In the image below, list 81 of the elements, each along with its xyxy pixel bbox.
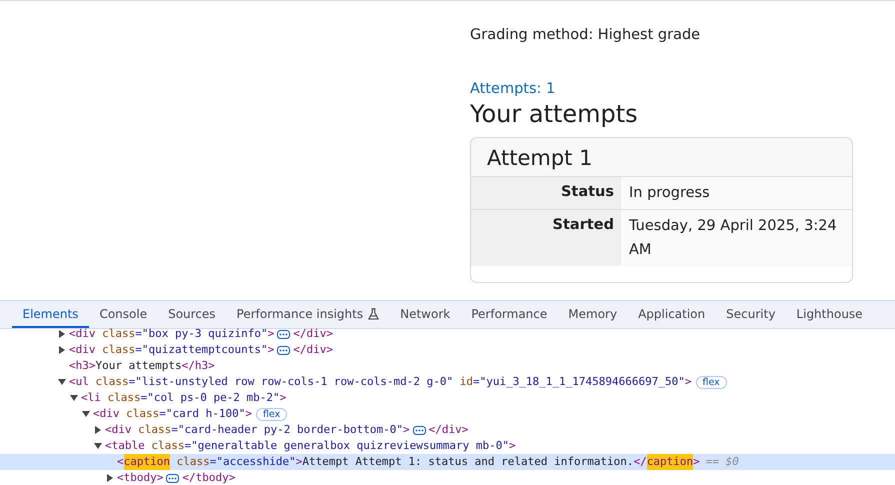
tag-markup: > [296, 454, 302, 470]
grading-method-text: Grading method: Highest grade [470, 27, 702, 45]
collapsed-triangle-icon[interactable] [106, 474, 114, 482]
expanded-triangle-icon[interactable] [94, 442, 102, 450]
text-content: Your attempts [96, 358, 182, 374]
devtools-tab[interactable]: Memory [558, 301, 628, 328]
collapsed-triangle-icon[interactable] [94, 426, 102, 434]
attribute-name: class [102, 342, 136, 358]
attribute-name: class [107, 390, 141, 406]
devtools-tab[interactable]: Console [88, 301, 158, 328]
attempts-link[interactable]: Attempts: 1 [470, 81, 556, 97]
devtools-tab[interactable]: Elements [12, 301, 89, 328]
tag-markup: > [693, 454, 700, 470]
expanded-triangle-icon[interactable] [58, 378, 66, 386]
tag-markup: </tbody> [182, 470, 236, 485]
tag-markup: > [280, 390, 286, 406]
tag-markup: <div [93, 406, 120, 422]
tag-markup: <ul [69, 374, 89, 390]
tag-markup: </ [634, 454, 647, 470]
tag-markup: </h3> [182, 358, 215, 374]
tag-markup: <div [69, 342, 96, 358]
tag-markup: caption [124, 454, 170, 470]
tag-markup: <h3> [69, 358, 96, 374]
tag-markup: <li [81, 390, 101, 406]
tag-markup: <div [69, 326, 96, 342]
attribute-name: class [176, 454, 210, 470]
tag-markup: <table [105, 438, 145, 454]
tag-markup: <div [105, 422, 132, 438]
tag-markup: > [403, 422, 410, 438]
attribute-value: ="accesshide" [210, 454, 296, 470]
ellipsis-icon[interactable] [277, 346, 290, 354]
devtools-tab[interactable]: Security [716, 301, 786, 328]
row-value: In progress [621, 177, 852, 209]
row-value: Tuesday, 29 April 2025, 3:24 AM [621, 209, 852, 266]
expanded-triangle-icon[interactable] [82, 410, 90, 418]
attribute-name: class [95, 374, 129, 390]
devtools-tab[interactable]: Performance [460, 301, 558, 328]
devtools-tab[interactable]: Performance insights [226, 301, 390, 328]
tag-markup: < [117, 454, 124, 470]
attribute-value: ="col ps-0 pe-2 mb-2" [140, 390, 280, 406]
layout-badge[interactable]: flex [696, 376, 727, 388]
attribute-name: class [138, 422, 172, 438]
collapsed-triangle-icon[interactable] [58, 346, 66, 354]
ellipsis-icon[interactable] [412, 426, 426, 434]
text-content: Attempt Attempt 1: status and related information. [302, 454, 634, 470]
layout-badge[interactable]: flex [256, 408, 288, 420]
ellipsis-icon[interactable] [166, 474, 180, 482]
flask-icon [368, 308, 380, 320]
tag-markup: > [508, 438, 516, 454]
devtools-tab[interactable]: Network [390, 301, 461, 328]
row-label: Status [471, 177, 621, 209]
row-label: Started [471, 209, 621, 266]
selected-node-marker: == $0 [706, 454, 739, 470]
tag-markup: caption [646, 454, 694, 470]
attribute-value: ="box py-3 quizinfo" [135, 326, 268, 342]
attribute-name: class [151, 438, 184, 454]
attribute-name: class [126, 406, 160, 422]
tag-markup: </div> [293, 326, 334, 342]
tag-markup: </div> [293, 342, 334, 358]
attribute-name: id [460, 374, 473, 390]
devtools-tab[interactable]: Lighthouse [786, 301, 874, 328]
attribute-value: ="list-unstyled row row-cols-1 row-cols-md-2 g-0" [128, 374, 454, 390]
tag-markup: > [268, 342, 274, 358]
attribute-name: class [102, 326, 136, 342]
card-title: Attempt 1 [471, 138, 852, 177]
ellipsis-icon[interactable] [277, 330, 290, 338]
devtools-tab[interactable]: Sources [158, 301, 226, 328]
attribute-value: ="quizattemptcounts" [135, 342, 268, 358]
devtools-tab[interactable]: Application [628, 301, 716, 328]
attribute-value: ="card h-100" [159, 406, 246, 422]
attribute-value: ="card-header py-2 border-bottom-0" [171, 422, 404, 438]
tag-markup: <tbody> [117, 470, 164, 485]
tag-markup: > [684, 374, 692, 390]
section-heading: Your attempts [470, 99, 639, 129]
tag-markup: > [245, 406, 252, 422]
attribute-value: ="yui_3_18_1_1_1745894666697_50" [472, 374, 685, 390]
collapsed-triangle-icon[interactable] [58, 330, 66, 338]
attribute-value: ="generaltable generalbox quizreviewsummary mb-0" [184, 438, 509, 454]
tag-markup: </div> [428, 422, 468, 438]
expanded-triangle-icon[interactable] [70, 394, 78, 402]
tag-markup: > [268, 326, 274, 342]
